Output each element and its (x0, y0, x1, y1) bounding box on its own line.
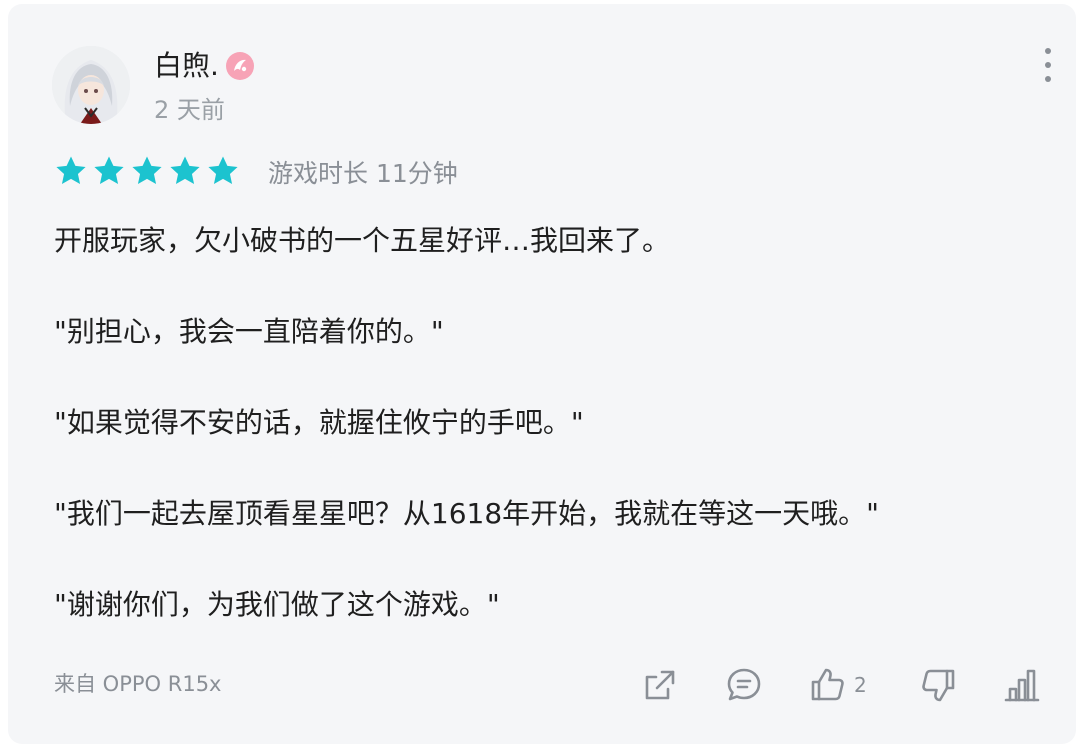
review-paragraph: "别担心，我会一直陪着你的。" (54, 315, 444, 348)
comment-button[interactable] (724, 662, 764, 708)
star-icon (208, 156, 238, 185)
star-icon (56, 156, 86, 185)
review-text: 开服玩家，欠小破书的一个五星好评…我回来了。 "别担心，我会一直陪着你的。" "… (54, 218, 1054, 628)
action-bar: 2 (8, 662, 1076, 708)
like-count: 2 (854, 673, 867, 697)
user-badge-icon (225, 52, 254, 80)
comment-icon (727, 668, 761, 701)
stats-button[interactable] (1002, 662, 1042, 708)
thumbs-down-icon (922, 669, 955, 702)
avatar[interactable] (52, 46, 130, 124)
post-time: 2 天前 (154, 96, 225, 124)
review-paragraph: "我们一起去屋顶看星星吧？从1618年开始，我就在等这一天哦。" (54, 497, 880, 530)
star-icon (132, 156, 162, 185)
share-icon (645, 670, 675, 700)
review-card: 白煦. 2 天前 游戏时长 11分钟 开服玩家，欠小破书的一个五星好评…我回来了… (8, 4, 1076, 744)
share-button[interactable] (640, 662, 680, 708)
like-button[interactable]: 2 (808, 662, 867, 708)
review-paragraph: "谢谢你们，为我们做了这个游戏。" (54, 588, 500, 621)
avatar-image (52, 46, 130, 124)
dislike-button[interactable] (918, 662, 958, 708)
star-icon (94, 156, 124, 185)
username[interactable]: 白煦. (154, 48, 219, 84)
playtime: 游戏时长 11分钟 (268, 159, 458, 188)
more-options-icon[interactable] (1032, 48, 1064, 82)
username-row: 白煦. (154, 48, 255, 84)
bar-chart-icon (1004, 669, 1040, 702)
review-paragraph: 开服玩家，欠小破书的一个五星好评…我回来了。 (54, 224, 671, 257)
review-paragraph: "如果觉得不安的话，就握住攸宁的手吧。" (54, 406, 584, 439)
star-icon (170, 156, 200, 185)
star-rating (54, 154, 240, 188)
thumbs-up-icon (811, 668, 844, 701)
